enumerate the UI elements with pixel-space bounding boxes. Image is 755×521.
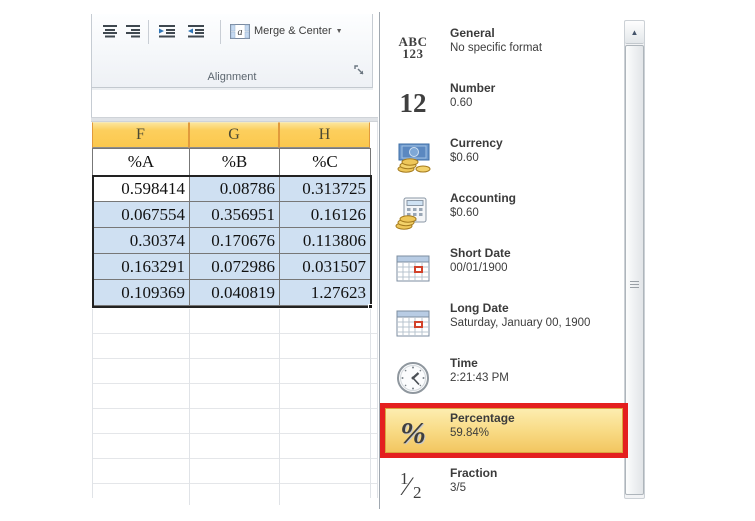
scrollbar-grip-icon [630, 281, 639, 290]
one-half-fraction-icon: 1 ⁄ 2 [400, 469, 422, 502]
cell[interactable]: 0.170676 [190, 228, 280, 254]
format-option-example: $0.60 [450, 207, 479, 219]
format-option-example: $0.60 [450, 152, 479, 164]
format-option-label: Short Date [450, 246, 511, 260]
cell[interactable]: 0.30374 [93, 228, 190, 254]
dialog-launcher-button[interactable] [354, 63, 365, 81]
table-row: 0.163291 0.072986 0.031507 [93, 254, 371, 280]
number-format-icon: 12 [399, 87, 427, 118]
gridline [377, 122, 378, 498]
format-option-label: Percentage [450, 411, 515, 425]
cell[interactable]: 0.072986 [190, 254, 280, 280]
format-option-short-date[interactable]: Short Date 00/01/1900 [382, 242, 622, 294]
format-option-label: General [450, 26, 495, 40]
cell[interactable]: 1.27623 [280, 280, 371, 306]
format-option-example: 3/5 [450, 482, 466, 494]
alignment-group-label: Alignment [207, 71, 257, 83]
ribbon-separator [148, 20, 149, 44]
cell-g-header[interactable]: %B [190, 148, 280, 176]
align-right-button[interactable] [121, 19, 145, 43]
format-option-example: 0.60 [450, 97, 473, 109]
format-option-label: Time [450, 356, 478, 370]
merge-and-center-label: Merge & Center [254, 25, 332, 37]
table-row: 0.109369 0.040819 1.27623 [93, 280, 371, 306]
svg-text:a: a [238, 27, 243, 38]
format-option-label: Currency [450, 136, 503, 150]
decrease-indent-icon [159, 25, 175, 38]
format-option-example: 00/01/1900 [450, 262, 508, 274]
format-option-general[interactable]: ABC 123 General No specific format [382, 22, 622, 74]
merge-and-center-button[interactable]: a Merge & Center ▼ [227, 19, 346, 43]
format-option-percentage[interactable]: % Percentage 59.84% [382, 407, 622, 459]
format-option-label: Long Date [450, 301, 509, 315]
gridline [279, 309, 280, 505]
format-option-number[interactable]: 12 Number 0.60 [382, 77, 622, 129]
cell[interactable]: 0.163291 [93, 254, 190, 280]
format-option-label: Accounting [450, 191, 516, 205]
chevron-down-icon[interactable]: ▼ [336, 28, 343, 35]
cell[interactable]: 0.16126 [280, 202, 371, 228]
accounting-icon [390, 187, 436, 239]
empty-grid[interactable] [92, 309, 378, 498]
cell[interactable]: 0.08786 [190, 176, 280, 202]
format-option-example: 59.84% [450, 427, 490, 439]
cell[interactable]: 0.040819 [190, 280, 280, 306]
table-row: %A %B %C [93, 148, 371, 176]
cell-f-header[interactable]: %A [93, 148, 190, 176]
column-header-g[interactable]: G [189, 122, 279, 148]
format-option-time[interactable]: Time 2:21:43 PM [382, 352, 622, 404]
format-option-label: Fraction [450, 466, 498, 480]
column-header-f[interactable]: F [92, 122, 189, 148]
format-option-example: No specific format [450, 42, 543, 54]
scroll-up-arrow-icon: ▲ [630, 27, 639, 37]
ribbon-separator [220, 20, 221, 44]
increase-indent-button[interactable] [184, 19, 208, 43]
gridline [370, 309, 371, 498]
scroll-up-button[interactable]: ▲ [625, 21, 644, 44]
cell[interactable]: 0.313725 [280, 176, 371, 202]
cell[interactable]: 0.356951 [190, 202, 280, 228]
cell[interactable]: 0.067554 [93, 202, 190, 228]
column-header-h[interactable]: H [279, 122, 370, 148]
increase-indent-icon [188, 25, 204, 38]
cell[interactable]: 0.109369 [93, 280, 190, 306]
clock-icon [390, 352, 436, 404]
decrease-indent-button[interactable] [155, 19, 179, 43]
dialog-launcher-icon [354, 65, 364, 75]
format-option-example: Saturday, January 00, 1900 [450, 317, 591, 329]
cell[interactable]: 0.598414 [93, 176, 190, 202]
format-option-currency[interactable]: Currency $0.60 [382, 132, 622, 184]
column-headers: F G H [92, 122, 370, 148]
format-option-fraction[interactable]: 1 ⁄ 2 Fraction 3/5 [382, 462, 622, 514]
cell[interactable]: 0.113806 [280, 228, 371, 254]
align-right-icon [126, 25, 140, 38]
number-format-menu: ABC 123 General No specific format 12 Num… [379, 12, 648, 509]
format-option-long-date[interactable]: Long Date Saturday, January 00, 1900 [382, 297, 622, 349]
format-option-label: Number [450, 81, 496, 95]
gridline [92, 309, 93, 498]
table-row: 0.067554 0.356951 0.16126 [93, 202, 371, 228]
cell-h-header[interactable]: %C [280, 148, 371, 176]
ribbon-alignment-group: a Merge & Center ▼ Alignment [91, 14, 373, 88]
currency-icon [390, 132, 436, 184]
cell[interactable]: 0.031507 [280, 254, 371, 280]
merge-and-center-icon: a [230, 23, 250, 39]
table-row: 0.30374 0.170676 0.113806 [93, 228, 371, 254]
format-option-accounting[interactable]: Accounting $0.60 [382, 187, 622, 239]
table-row: 0.598414 0.08786 0.313725 [93, 176, 371, 202]
general-format-icon: ABC 123 [398, 34, 428, 61]
sheet-left-edge [91, 88, 92, 118]
align-center-button[interactable] [98, 19, 122, 43]
calendar-icon [390, 297, 436, 349]
gridline [189, 309, 190, 505]
percent-icon: % [400, 415, 426, 450]
calendar-icon [390, 242, 436, 294]
format-option-example: 2:21:43 PM [450, 372, 509, 384]
align-center-icon [103, 25, 117, 38]
